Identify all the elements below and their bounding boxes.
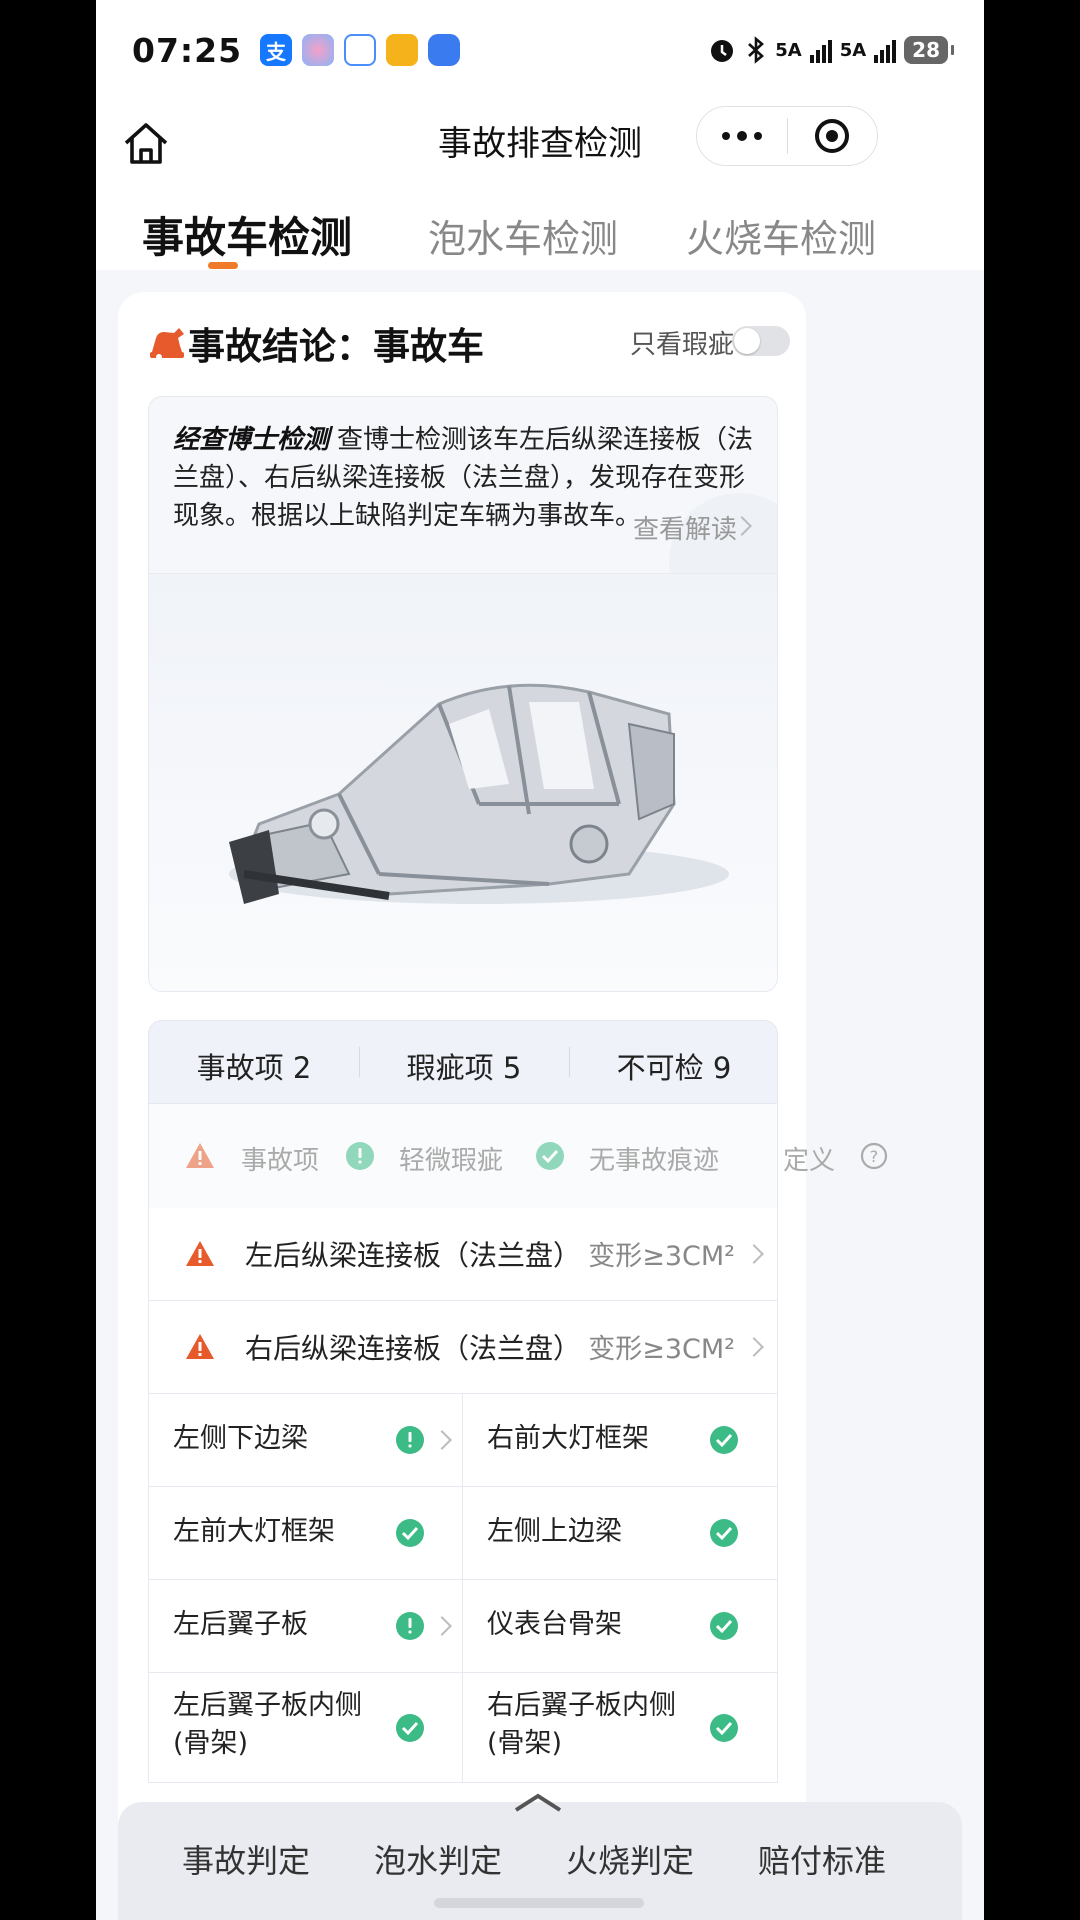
report-card: 事故结论：事故车 只看瑕疵 经查博士检测 查博士检测该车左后纵梁连接板（法兰盘）、… — [118, 292, 888, 1920]
only-defects-toggle[interactable] — [732, 326, 790, 356]
nav-compensation-standard[interactable]: 赔付标准 — [758, 1836, 886, 1882]
status-time: 07:25 — [132, 30, 243, 70]
nav-fire-judgment[interactable]: 火烧判定 — [566, 1836, 694, 1882]
tab-flood[interactable]: 泡水车检测 — [428, 208, 618, 263]
inspection-item[interactable]: 左后翼子板内侧(骨架) — [148, 1673, 463, 1783]
active-tab-indicator — [208, 262, 238, 269]
item-name: 右后翼子板内侧(骨架) — [487, 1690, 676, 1759]
accident-item-name: 右后纵梁连接板（法兰盘） — [245, 1332, 582, 1365]
home-indicator — [434, 1898, 644, 1908]
legend-accident: 事故项 — [241, 1146, 320, 1176]
close-miniprogram-button[interactable] — [788, 107, 878, 165]
check-circle-icon — [396, 1519, 424, 1547]
nav-bar: 事故排查检测 — [96, 100, 984, 190]
chevron-up-icon[interactable] — [510, 1790, 566, 1816]
notification-icons: 支 — [260, 34, 461, 66]
item-name: 左后翼子板内侧(骨架) — [173, 1690, 362, 1759]
message-icon — [428, 34, 461, 66]
item-name: 右前大灯框架 — [487, 1423, 649, 1454]
exclamation-circle-icon — [346, 1142, 374, 1170]
inspection-item[interactable]: 左后翼子板 — [148, 1580, 463, 1673]
check-circle-icon — [710, 1519, 738, 1547]
chevron-right-icon — [432, 1616, 452, 1636]
network-label-1: 5A — [775, 39, 802, 61]
detection-tabs: 事故车检测 泡水车检测 火烧车检测 — [96, 190, 984, 270]
legend-minor: 轻微瑕疵 — [399, 1146, 504, 1176]
signal-icon — [809, 37, 832, 63]
diagnosis-panel: 经查博士检测 查博士检测该车左后纵梁连接板（法兰盘）、右后纵梁连接板（法兰盘），发… — [148, 396, 778, 992]
target-icon — [815, 119, 850, 153]
legend-no-accident: 无事故痕迹 — [589, 1146, 720, 1176]
check-circle-icon — [536, 1142, 564, 1170]
chevron-right-icon — [744, 1244, 764, 1264]
item-name: 左侧下边梁 — [173, 1423, 308, 1454]
stat-accident-count[interactable]: 事故项 2 — [149, 1045, 359, 1087]
svg-text:?: ? — [870, 1147, 879, 1166]
item-name: 左前大灯框架 — [173, 1516, 335, 1547]
accident-row[interactable]: 右后纵梁连接板（法兰盘） 变形≥3CM² — [148, 1301, 778, 1394]
accident-row[interactable]: 左后纵梁连接板（法兰盘） 变形≥3CM² — [148, 1208, 778, 1301]
car-crash-icon — [150, 328, 184, 360]
inspection-item[interactable]: 右后翼子板内侧(骨架) — [463, 1673, 778, 1783]
view-explanation-link[interactable]: 查看解读 — [633, 509, 737, 546]
phone-screen: 07:25 支 5A 5A 28 事故排查检测 事故车检测 泡水车检测 火烧车检… — [96, 0, 984, 1920]
accident-item-name: 左后纵梁连接板（法兰盘） — [245, 1239, 582, 1272]
car-body-image — [149, 573, 777, 991]
legend-definition[interactable]: 定义 — [783, 1140, 835, 1177]
stat-uncheckable-count[interactable]: 不可检 9 — [569, 1045, 779, 1087]
conclusion-title: 事故结论：事故车 — [188, 325, 484, 368]
car-frame-illustration — [229, 683, 729, 904]
chevron-right-icon — [744, 1337, 764, 1357]
chevron-right-icon — [432, 1430, 452, 1450]
brand-label: 经查博士检测 — [173, 425, 330, 455]
warning-icon — [186, 1143, 214, 1168]
nav-flood-judgment[interactable]: 泡水判定 — [374, 1836, 502, 1882]
stat-defect-count[interactable]: 瑕疵项 5 — [359, 1045, 569, 1087]
bluetooth-icon — [748, 36, 765, 64]
inspection-item[interactable]: 仪表台骨架 — [463, 1580, 778, 1673]
warning-icon — [186, 1241, 214, 1266]
item-name: 仪表台骨架 — [487, 1609, 622, 1640]
exclamation-circle-icon — [396, 1426, 424, 1454]
check-circle-icon — [710, 1714, 738, 1742]
status-bar: 07:25 支 5A 5A 28 — [96, 0, 984, 100]
nav-accident-judgment[interactable]: 事故判定 — [182, 1836, 310, 1882]
accident-item-value: 变形≥3CM² — [588, 1241, 735, 1272]
check-circle-icon — [396, 1714, 424, 1742]
item-name: 左侧上边梁 — [487, 1516, 622, 1547]
more-button[interactable] — [697, 107, 787, 165]
stats-bar: 事故项 2 瑕疵项 5 不可检 9 — [148, 1020, 778, 1104]
signal-icon-2 — [874, 37, 897, 63]
inspection-item[interactable]: 左侧上边梁 — [463, 1487, 778, 1580]
inspection-item[interactable]: 左侧下边梁 — [148, 1394, 463, 1487]
miniprogram-capsule — [696, 106, 878, 166]
chat-icon — [344, 34, 377, 66]
battery-indicator: 28 — [904, 36, 954, 64]
app-icon — [302, 34, 335, 66]
exclamation-circle-icon — [396, 1612, 424, 1640]
accident-item-value: 变形≥3CM² — [588, 1334, 735, 1365]
inspection-item[interactable]: 左前大灯框架 — [148, 1487, 463, 1580]
app-icon-yellow — [386, 34, 419, 66]
inspection-item[interactable]: 右前大灯框架 — [463, 1394, 778, 1487]
help-icon[interactable]: ? — [859, 1141, 889, 1171]
alipay-icon: 支 — [260, 34, 293, 66]
item-name: 左后翼子板 — [173, 1609, 308, 1640]
alarm-icon — [711, 40, 734, 62]
check-circle-icon — [710, 1612, 738, 1640]
only-defects-label: 只看瑕疵 — [630, 330, 735, 360]
tab-fire[interactable]: 火烧车检测 — [686, 208, 876, 263]
bottom-quick-nav: 事故判定 泡水判定 火烧判定 赔付标准 — [118, 1793, 962, 1920]
check-circle-icon — [710, 1426, 738, 1454]
network-label-2: 5A — [839, 39, 867, 61]
warning-icon — [186, 1334, 214, 1359]
status-right: 5A 5A 28 — [707, 35, 954, 65]
tab-accident[interactable]: 事故车检测 — [142, 204, 352, 265]
status-legend: 事故项 轻微瑕疵 无事故痕迹 定义 ? — [148, 1104, 888, 1208]
